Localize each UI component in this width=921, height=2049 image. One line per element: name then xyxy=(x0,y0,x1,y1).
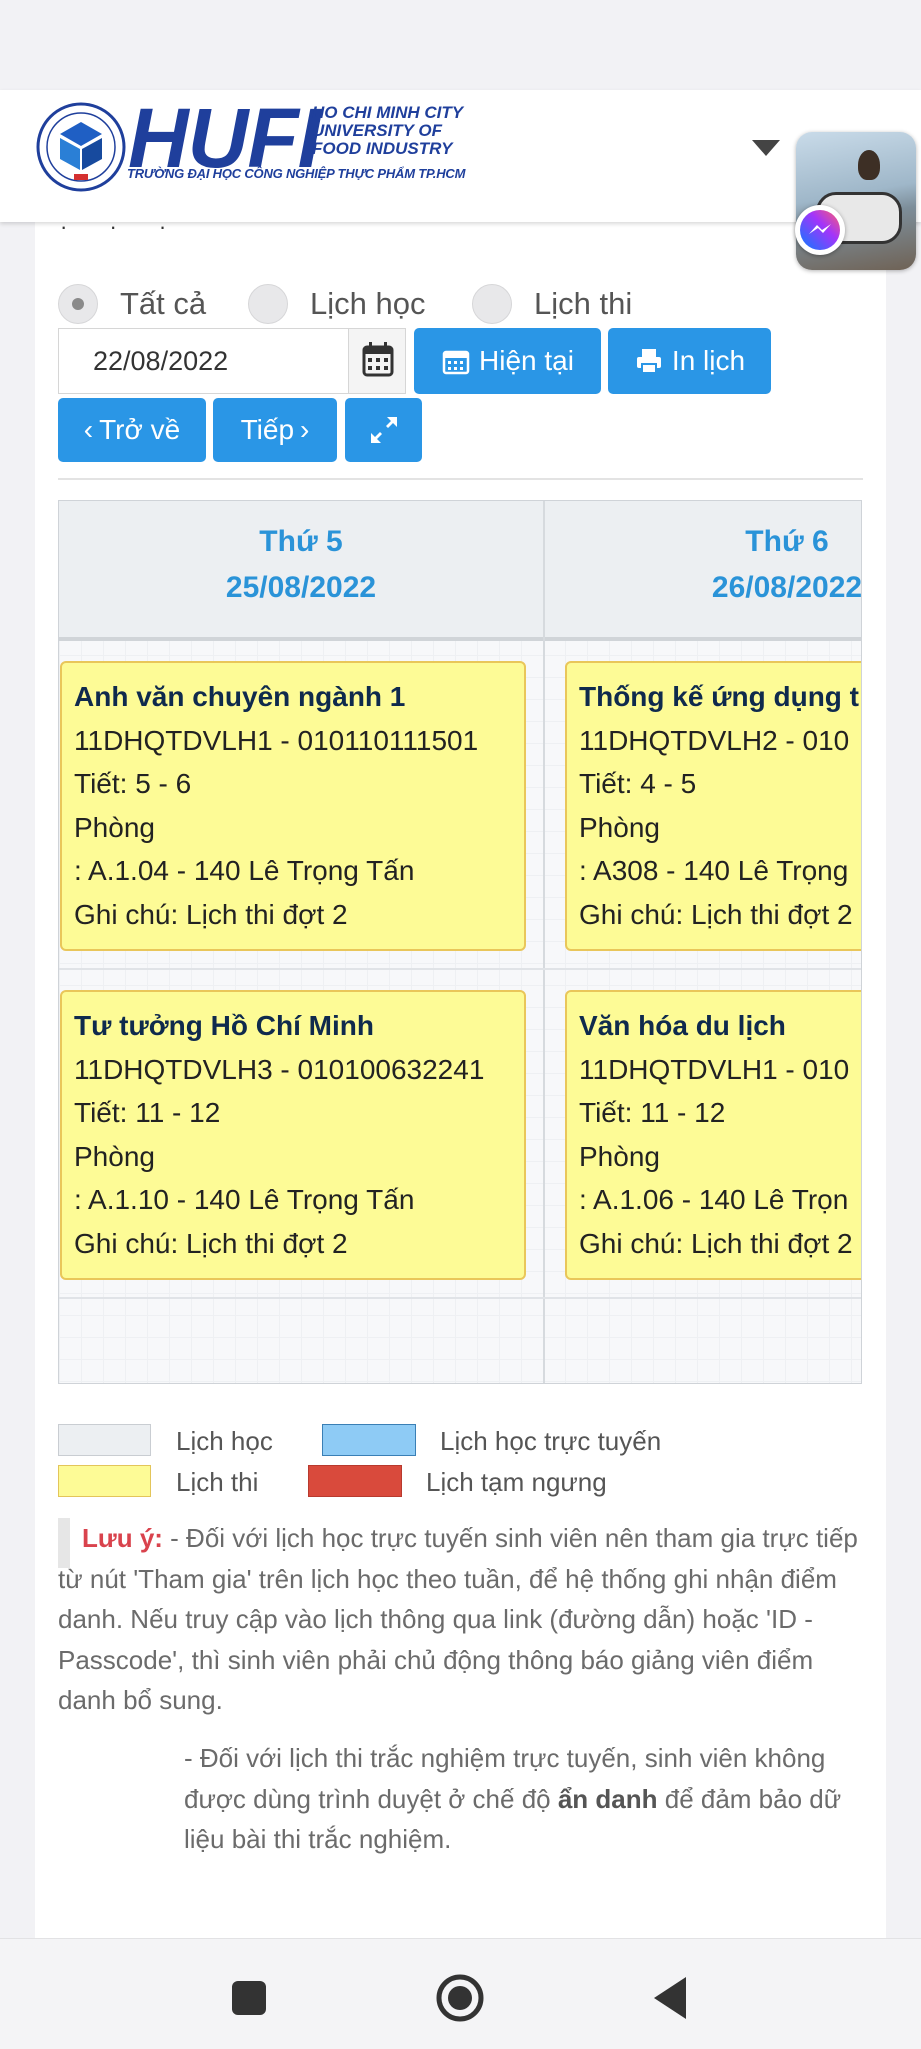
legend-swatch-study xyxy=(58,1424,151,1456)
back-label: Trở về xyxy=(99,414,181,445)
event-note: Ghi chú: Lịch thi đợt 2 xyxy=(74,1227,348,1259)
exam-event[interactable]: Tư tưởng Hồ Chí Minh 11DHQTDVLH3 - 01010… xyxy=(60,990,526,1280)
row-separator xyxy=(59,968,861,970)
legend-online-label: Lịch học trực tuyến xyxy=(440,1426,662,1456)
exam-event[interactable]: Thống kế ứng dụng t 11DHQTDVLH2 - 010 Ti… xyxy=(565,661,861,951)
event-code: 11DHQTDVLH1 - 010110111501 xyxy=(74,724,479,756)
filter-study-label: Lịch học xyxy=(310,286,426,321)
day-weekday: Thứ 6 xyxy=(745,525,829,558)
radio-study[interactable] xyxy=(248,284,288,324)
legend-study-label: Lịch học xyxy=(176,1426,273,1456)
logo-subtitle: HO CHI MINH CITY UNIVERSITY OF FOOD INDU… xyxy=(312,103,463,158)
filter-study[interactable]: Lịch học xyxy=(248,282,425,326)
day-date: 25/08/2022 xyxy=(225,571,377,604)
online-exam-note: - Đối với lịch thi trắc nghiệm trực tuyế… xyxy=(184,1738,844,1860)
recents-icon[interactable] xyxy=(230,1979,268,2017)
printer-icon xyxy=(636,349,661,374)
event-note: Ghi chú: Lịch thi đợt 2 xyxy=(74,898,348,930)
back-nav-icon[interactable] xyxy=(650,1975,690,2021)
event-room-label: Phòng xyxy=(74,811,155,843)
event-title: Tư tưởng Hồ Chí Minh xyxy=(74,1010,374,1041)
university-seal-icon xyxy=(36,102,126,192)
weekly-schedule-grid: Thứ 5 25/08/2022 Thứ 6 26/08/2022 Anh vă… xyxy=(58,500,862,1384)
legend-exam-label: Lịch thi xyxy=(176,1467,259,1497)
filter-all[interactable]: Tất cả xyxy=(58,282,206,326)
event-room: : A.1.10 - 140 Lê Trọng Tấn xyxy=(74,1184,415,1215)
legend-swatch-suspended xyxy=(308,1465,402,1497)
back-button[interactable]: ‹ Trở về xyxy=(58,398,206,462)
legend-suspended-label: Lịch tạm ngưng xyxy=(426,1467,607,1497)
filter-exam-label: Lịch thi xyxy=(534,286,633,321)
date-field[interactable]: 22/08/2022 xyxy=(58,328,348,394)
chevron-right-icon: › xyxy=(300,414,310,445)
event-room: : A.1.06 - 140 Lê Trọn xyxy=(579,1184,849,1215)
event-period: Tiết: 5 - 6 xyxy=(74,768,192,799)
exam-event[interactable]: Anh văn chuyên ngành 1 11DHQTDVLH1 - 010… xyxy=(60,661,526,951)
expand-icon xyxy=(370,417,397,443)
filter-all-label: Tất cả xyxy=(120,286,207,321)
note-text-online: - Đối với lịch học trực tuyến sinh viên … xyxy=(58,1523,858,1715)
day-weekday: Thứ 5 xyxy=(259,525,343,558)
event-code: 11DHQTDVLH1 - 010 xyxy=(579,1053,850,1085)
day-header: Thứ 6 26/08/2022 xyxy=(545,501,862,641)
day-date: 26/08/2022 xyxy=(711,571,862,604)
event-room-label: Phòng xyxy=(74,1140,155,1172)
messenger-icon[interactable] xyxy=(795,205,845,255)
print-schedule-button[interactable]: In lịch xyxy=(608,328,771,394)
home-icon[interactable] xyxy=(435,1973,485,2023)
event-title: Anh văn chuyên ngành 1 xyxy=(74,681,406,712)
next-button[interactable]: Tiếp › xyxy=(213,398,337,462)
filter-exam[interactable]: Lịch thi xyxy=(472,282,632,326)
status-bar xyxy=(0,0,921,90)
calendar-icon xyxy=(362,342,394,377)
event-note: Ghi chú: Lịch thi đợt 2 xyxy=(579,1227,853,1259)
radio-all[interactable] xyxy=(58,284,98,324)
note-text-incognito: ẩn danh xyxy=(557,1783,658,1814)
fullscreen-button[interactable] xyxy=(345,398,422,462)
event-room-label: Phòng xyxy=(579,1140,660,1172)
event-period: Tiết: 4 - 5 xyxy=(579,768,697,799)
event-code: 11DHQTDVLH3 - 010100632241 xyxy=(74,1053,485,1085)
toolbar-divider xyxy=(58,478,863,480)
legend-swatch-exam xyxy=(58,1465,151,1497)
calendar-icon xyxy=(442,350,470,375)
system-navigation-bar xyxy=(0,1938,921,2049)
menu-dropdown-icon[interactable] xyxy=(752,140,780,156)
event-note: Ghi chú: Lịch thi đợt 2 xyxy=(579,898,853,930)
chevron-left-icon: ‹ xyxy=(83,414,94,445)
current-week-button[interactable]: Hiện tại xyxy=(414,328,601,394)
print-label: In lịch xyxy=(671,345,746,376)
next-label: Tiếp xyxy=(240,414,295,445)
event-title: Thống kế ứng dụng t xyxy=(579,681,859,712)
current-week-label: Hiện tại xyxy=(479,345,574,376)
logo-tagline: TRƯỜNG ĐẠI HỌC CÔNG NGHIỆP THỰC PHẨM TP.… xyxy=(127,166,466,181)
event-room: : A.1.04 - 140 Lê Trọng Tấn xyxy=(74,855,415,886)
avatar-person xyxy=(858,150,880,180)
event-code: 11DHQTDVLH2 - 010 xyxy=(579,724,850,756)
note-label: Lưu ý: xyxy=(82,1523,163,1553)
event-title: Văn hóa du lịch xyxy=(579,1010,786,1041)
event-period: Tiết: 11 - 12 xyxy=(579,1097,726,1128)
calendar-picker-button[interactable] xyxy=(348,328,406,394)
event-period: Tiết: 11 - 12 xyxy=(74,1097,221,1128)
row-separator xyxy=(59,1297,861,1299)
online-class-note: Lưu ý: - Đối với lịch học trực tuyến sin… xyxy=(58,1518,868,1721)
day-header: Thứ 5 25/08/2022 xyxy=(59,501,543,641)
legend-swatch-online xyxy=(322,1424,416,1456)
radio-exam[interactable] xyxy=(472,284,512,324)
event-room-label: Phòng xyxy=(579,811,660,843)
column-separator xyxy=(543,501,545,1383)
exam-event[interactable]: Văn hóa du lịch 11DHQTDVLH1 - 010 Tiết: … xyxy=(565,990,861,1280)
event-room: : A308 - 140 Lê Trọng xyxy=(579,855,849,886)
